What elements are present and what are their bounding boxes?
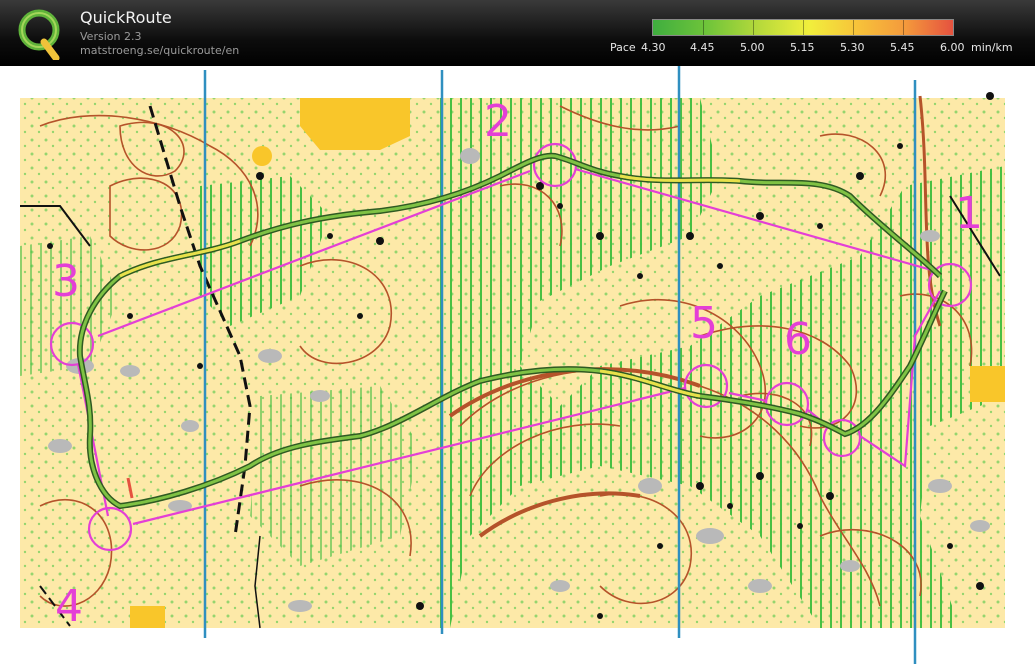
- control-number: 4: [55, 581, 83, 632]
- pace-color-scale: [652, 19, 954, 36]
- open-land-area: [252, 146, 272, 166]
- open-land-area: [130, 606, 165, 628]
- header-bar: QuickRoute Version 2.3 matstroeng.se/qui…: [0, 0, 1035, 66]
- control-number: 2: [484, 96, 512, 147]
- control-number: 6: [784, 314, 812, 365]
- pace-tick-label: 5.45: [890, 41, 915, 54]
- open-land-area: [970, 366, 1005, 402]
- pace-tick-label: 5.30: [840, 41, 865, 54]
- pace-prefix-label: Pace: [610, 41, 636, 54]
- app-url[interactable]: matstroeng.se/quickroute/en: [80, 44, 239, 57]
- open-land-area: [300, 98, 410, 150]
- control-number: 5: [690, 298, 718, 349]
- quickroute-logo-icon: [18, 9, 60, 60]
- pace-tick-label: 4.45: [690, 41, 715, 54]
- app-version: Version 2.3: [80, 30, 142, 43]
- pace-tick-label: 4.30: [641, 41, 666, 54]
- control-number: 3: [52, 256, 80, 307]
- orienteering-map[interactable]: 1 2 3 4 5 6: [0, 66, 1035, 664]
- control-number: 1: [955, 188, 983, 239]
- pace-tick-label: 6.00: [940, 41, 965, 54]
- pace-tick-label: 5.15: [790, 41, 815, 54]
- map-viewport[interactable]: 1 2 3 4 5 6: [0, 66, 1035, 664]
- pace-unit-label: min/km: [971, 41, 1013, 54]
- pace-tick-label: 5.00: [740, 41, 765, 54]
- app-title: QuickRoute: [80, 8, 172, 27]
